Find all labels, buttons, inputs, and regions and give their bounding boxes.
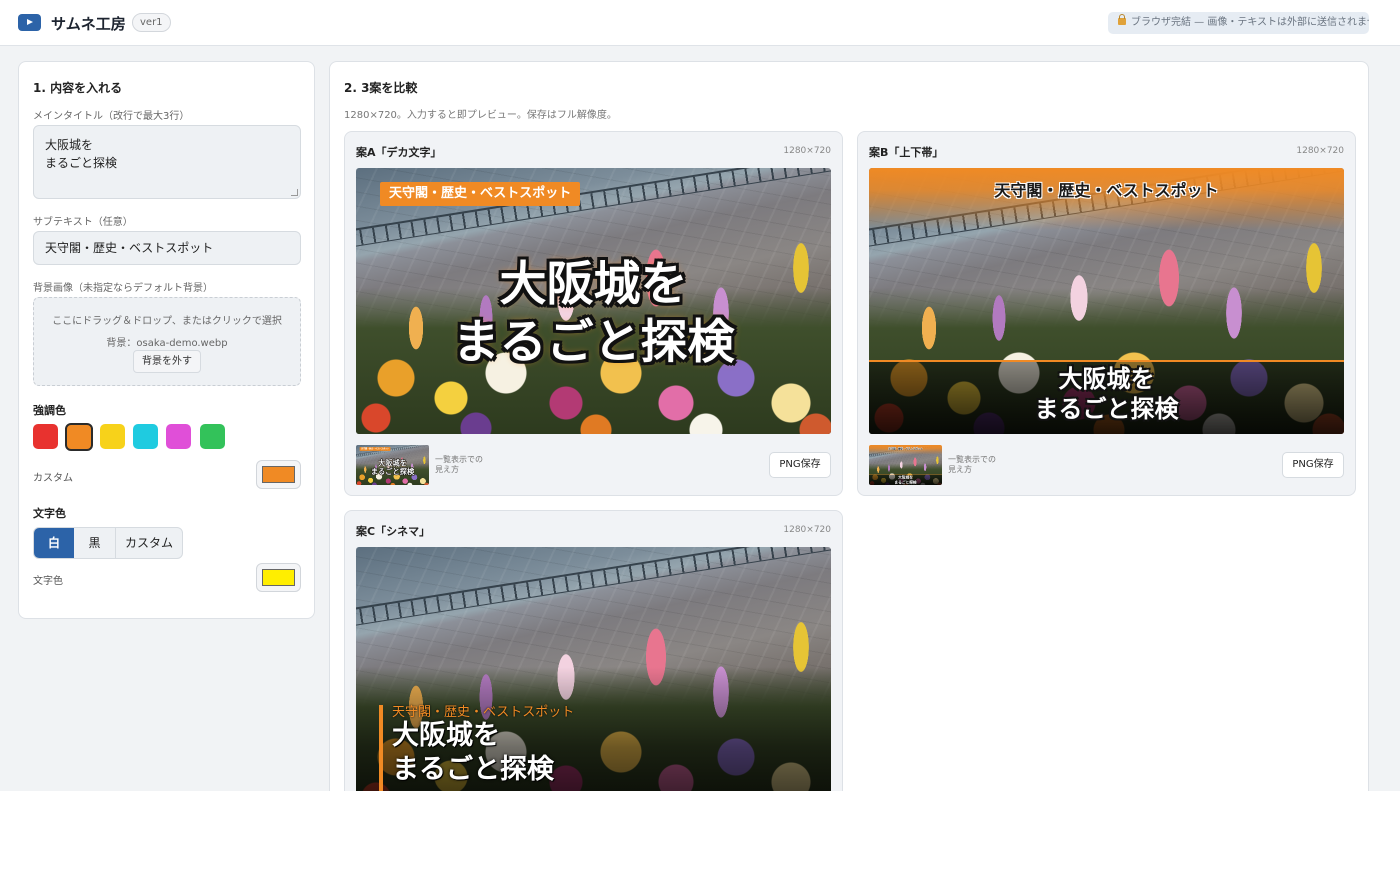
- custom-accent-chip: [262, 466, 295, 483]
- design-a-thumb-caption: 一覧表示での 見え方: [435, 455, 483, 474]
- design-a-thumbnail: 天守閣・歴史・ベストスポット 大阪城を まるごと探検: [356, 445, 429, 485]
- design-a-canvas: 天守閣・歴史・ベストスポット 大阪城を まるごと探検: [356, 168, 831, 434]
- input-panel: 1. 内容を入れる メインタイトル（改行で最大3行） 大阪城を まるごと探検 サ…: [18, 61, 315, 619]
- background-filename: 背景：osaka-demo.webp: [106, 338, 228, 349]
- accent-color-title: 強調色: [33, 404, 66, 417]
- text-color-custom-option[interactable]: カスタム: [116, 528, 182, 558]
- design-b-title: 案B「上下帯」: [869, 146, 944, 159]
- remove-background-button[interactable]: 背景を外す: [133, 350, 201, 373]
- text-color-black-option[interactable]: 黒: [74, 528, 116, 558]
- app-title: サムネ工房: [51, 15, 126, 33]
- design-card-b: 案B「上下帯」 1280×720 天守閣・歴史・ベストスポット 大阪城を まるご…: [857, 131, 1356, 496]
- text-color-picker[interactable]: [256, 563, 301, 592]
- design-b-main-title: 大阪城を まるごと探検: [1034, 365, 1179, 423]
- design-b-save-png-button[interactable]: PNG保存: [1282, 452, 1344, 478]
- design-b-thumb-caption: 一覧表示での 見え方: [948, 455, 996, 474]
- custom-accent-label: カスタム: [33, 473, 73, 484]
- text-color-chip: [262, 569, 295, 586]
- subtext-label: サブテキスト（任意）: [33, 217, 133, 228]
- background-label: 背景画像（未指定ならデフォルト背景）: [33, 283, 213, 294]
- design-b-thumbnail: 天守閣・歴史・ベストスポット 大阪城を まるごと探検: [869, 445, 942, 485]
- text-color-title: 文字色: [33, 507, 66, 520]
- text-color-label: 文字色: [33, 576, 63, 587]
- design-c-canvas: 天守閣・歴史・ベストスポット 大阪城を まるごと探検: [356, 547, 831, 791]
- accent-swatch-cyan[interactable]: [133, 424, 158, 449]
- design-c-subtext: 天守閣・歴史・ベストスポット: [392, 705, 575, 720]
- design-a-title: 案A「デカ文字」: [356, 146, 442, 159]
- design-card-a: 案A「デカ文字」 1280×720 天守閣・歴史・ベストスポット 大阪城を まる…: [344, 131, 843, 496]
- privacy-notice: ブラウザ完結 — 画像・テキストは外部に送信されません: [1108, 12, 1369, 34]
- design-b-preview[interactable]: 天守閣・歴史・ベストスポット 大阪城を まるごと探検: [869, 168, 1344, 434]
- design-a-subtext: 天守閣・歴史・ベストスポット: [380, 182, 581, 206]
- design-c-title: 案C「シネマ」: [356, 525, 431, 538]
- design-a-main-title: 大阪城を まるごと探検: [452, 257, 735, 370]
- accent-swatch-magenta[interactable]: [166, 424, 191, 449]
- design-a-save-png-button[interactable]: PNG保存: [769, 452, 831, 478]
- design-b-thumb-canvas: 天守閣・歴史・ベストスポット 大阪城を まるごと探検: [869, 445, 942, 485]
- custom-accent-picker[interactable]: [256, 460, 301, 489]
- accent-swatch-orange[interactable]: [65, 423, 93, 451]
- compare-description: 1280×720。入力すると即プレビュー。保存はフル解像度。: [344, 110, 617, 121]
- design-c-main-title: 大阪城を まるごと探検: [392, 720, 554, 785]
- design-a-thumb-canvas: 天守閣・歴史・ベストスポット 大阪城を まるごと探検: [356, 445, 429, 485]
- play-logo-icon: [18, 14, 41, 31]
- input-panel-title: 1. 内容を入れる: [33, 81, 123, 95]
- design-card-c: 案C「シネマ」 1280×720 天守閣・歴史・ベストスポット 大阪城を まるご…: [344, 510, 843, 791]
- accent-swatch-yellow[interactable]: [100, 424, 125, 449]
- background-dropzone[interactable]: ここにドラッグ＆ドロップ、またはクリックで選択 背景：osaka-demo.we…: [33, 297, 301, 386]
- design-c-size: 1280×720: [783, 525, 831, 535]
- design-b-canvas: 天守閣・歴史・ベストスポット 大阪城を まるごと探検: [869, 168, 1344, 434]
- design-a-preview[interactable]: 天守閣・歴史・ベストスポット 大阪城を まるごと探検: [356, 168, 831, 434]
- compare-panel-title: 2. 3案を比較: [344, 81, 418, 95]
- privacy-notice-text: ブラウザ完結 — 画像・テキストは外部に送信されません: [1131, 17, 1369, 28]
- compare-panel: 2. 3案を比較 1280×720。入力すると即プレビュー。保存はフル解像度。 …: [329, 61, 1369, 791]
- design-c-preview[interactable]: 天守閣・歴史・ベストスポット 大阪城を まるごと探検: [356, 547, 831, 791]
- main-title-textarea[interactable]: 大阪城を まるごと探検: [33, 125, 301, 199]
- text-color-segmented: 白 黒 カスタム: [33, 527, 183, 559]
- app-root: サムネ工房 ver1 ブラウザ完結 — 画像・テキストは外部に送信されません 1…: [0, 0, 1400, 791]
- design-a-thumb-subtext: 天守閣・歴史・ベストスポット: [359, 447, 391, 451]
- design-b-thumb-main-title: 大阪城を まるごと探検: [894, 475, 917, 485]
- design-b-size: 1280×720: [1296, 146, 1344, 156]
- design-b-thumb-subtext: 天守閣・歴史・ベストスポット: [888, 446, 923, 450]
- app-header: サムネ工房 ver1 ブラウザ完結 — 画像・テキストは外部に送信されません: [0, 0, 1400, 46]
- accent-swatch-red[interactable]: [33, 424, 58, 449]
- lock-icon: [1118, 14, 1126, 25]
- subtext-input[interactable]: 天守閣・歴史・ベストスポット: [33, 231, 301, 265]
- accent-swatch-green[interactable]: [200, 424, 225, 449]
- design-a-size: 1280×720: [783, 146, 831, 156]
- version-badge: ver1: [132, 13, 171, 32]
- design-a-thumb-main-title: 大阪城を まるごと探検: [370, 458, 415, 477]
- main-title-label: メインタイトル（改行で最大3行）: [33, 111, 190, 122]
- design-c-accent-bar: [379, 705, 383, 791]
- text-color-white-option[interactable]: 白: [34, 528, 74, 558]
- design-b-subtext: 天守閣・歴史・ベストスポット: [994, 181, 1219, 200]
- dropzone-hint: ここにドラッグ＆ドロップ、またはクリックで選択: [52, 316, 282, 327]
